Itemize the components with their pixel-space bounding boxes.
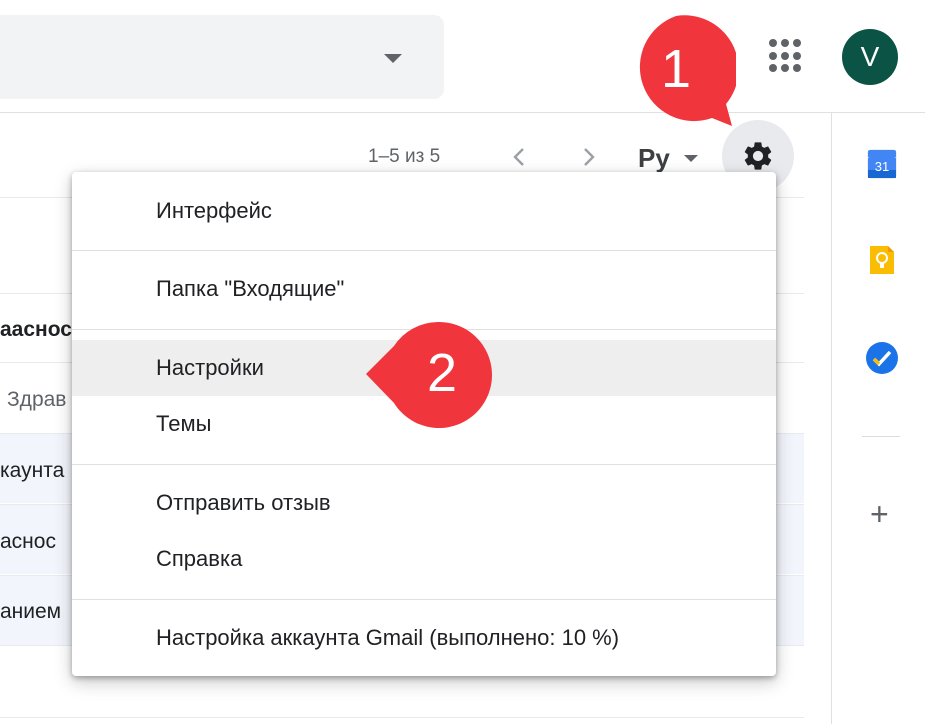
language-label: Ру <box>638 142 670 173</box>
next-page-button[interactable] <box>572 140 606 174</box>
chevron-right-icon <box>584 148 595 166</box>
apps-grid-icon[interactable] <box>768 38 804 74</box>
callout-number: 1 <box>660 39 692 99</box>
header-divider <box>0 112 925 113</box>
row-sender-fragment: аасност <box>0 318 83 341</box>
chevron-left-icon <box>513 148 524 166</box>
calendar-day: 31 <box>875 159 889 174</box>
menu-item-gmail-setup[interactable]: Настройка аккаунта Gmail (выполнено: 10 … <box>72 610 776 666</box>
menu-item-help[interactable]: Справка <box>72 531 776 587</box>
tasks-icon[interactable] <box>864 340 900 376</box>
menu-item-interface[interactable]: Интерфейс <box>72 183 776 239</box>
callout-number: 2 <box>426 343 458 403</box>
row-snippet-fragment: Здрав <box>7 388 67 411</box>
side-panel-divider <box>831 113 832 724</box>
menu-item-inbox-type[interactable]: Папка "Входящие" <box>72 261 776 317</box>
input-language-button[interactable]: Ру <box>638 140 698 176</box>
plus-icon[interactable]: + <box>870 498 889 530</box>
callout-badge-2: 2 <box>364 320 496 430</box>
menu-divider <box>72 599 776 600</box>
menu-item-send-feedback[interactable]: Отправить отзыв <box>72 475 776 531</box>
callout-badge-1: 1 <box>616 10 739 130</box>
prev-page-button[interactable] <box>502 140 536 174</box>
search-options-caret-icon[interactable] <box>384 54 402 63</box>
gear-icon <box>744 142 772 170</box>
menu-divider <box>72 250 776 251</box>
menu-divider <box>72 464 776 465</box>
pagination-count: 1–5 из 5 <box>368 146 441 167</box>
row-sender-fragment: каунта <box>0 459 65 482</box>
row-sender-fragment: аснос <box>0 530 56 553</box>
side-panel-separator <box>862 436 900 437</box>
row-divider <box>0 717 804 718</box>
avatar[interactable]: V <box>842 29 898 85</box>
chevron-down-icon <box>683 154 698 162</box>
row-sender-fragment: анием <box>0 600 62 623</box>
search-bar[interactable] <box>0 15 444 99</box>
calendar-icon[interactable]: 31 <box>864 146 900 182</box>
keep-icon[interactable] <box>864 242 900 278</box>
